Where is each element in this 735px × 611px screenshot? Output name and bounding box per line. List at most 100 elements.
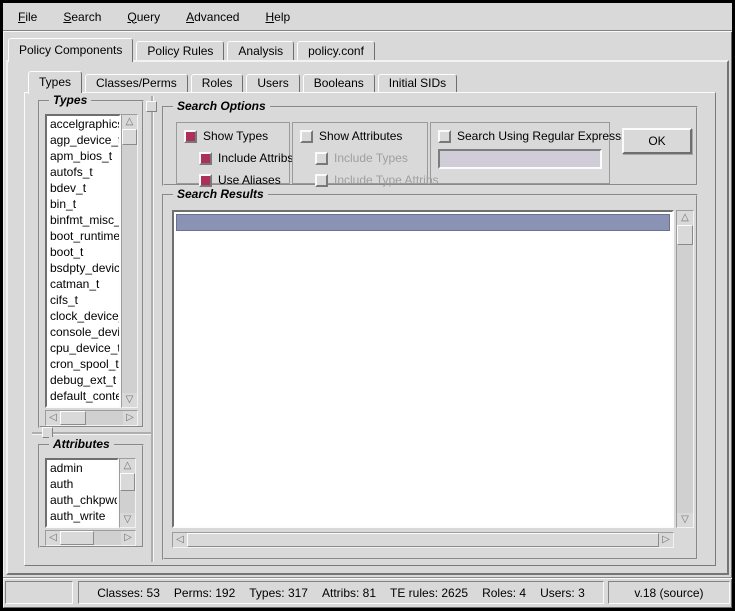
search-options-group: Search Options Show Types Include Attrib… bbox=[162, 106, 698, 186]
scroll-left-icon[interactable]: ◁ bbox=[46, 411, 60, 425]
checkbox-indicator bbox=[184, 130, 197, 143]
scrollbar-thumb[interactable] bbox=[60, 531, 94, 545]
results-horizontal-scrollbar[interactable]: ◁ ▷ bbox=[172, 532, 674, 548]
type-item[interactable]: binfmt_misc_fs bbox=[47, 212, 119, 228]
scroll-up-icon[interactable]: △ bbox=[120, 459, 135, 473]
menu-item[interactable]: Search bbox=[63, 10, 101, 24]
checkbox-label: Include Type Attribs bbox=[334, 173, 439, 187]
menu-item[interactable]: Query bbox=[127, 10, 160, 24]
type-item[interactable]: clock_device_t bbox=[47, 308, 119, 324]
type-item[interactable]: bsdpty_device_ bbox=[47, 260, 119, 276]
checkbox-label: Search Using Regular Expression bbox=[457, 129, 637, 143]
type-item[interactable]: catman_t bbox=[47, 276, 119, 292]
type-item[interactable]: console_device bbox=[47, 324, 119, 340]
attributes-group: Attributes adminauthauth_chkpwdauth_writ… bbox=[38, 444, 144, 548]
type-item[interactable]: boot_t bbox=[47, 244, 119, 260]
types-vertical-scrollbar[interactable]: △ ▽ bbox=[121, 114, 138, 408]
checkbox-indicator bbox=[300, 130, 313, 143]
use-aliases-checkbox[interactable]: Use Aliases bbox=[199, 173, 282, 187]
components-tab[interactable]: Initial SIDs bbox=[378, 74, 457, 92]
show-types-checkbox[interactable]: Show Types bbox=[184, 129, 282, 143]
menu-item[interactable]: Help bbox=[265, 10, 290, 24]
show-types-box: Show Types Include Attribs Use Aliases bbox=[176, 122, 290, 184]
status-stat: Roles: 4 bbox=[482, 586, 526, 600]
type-item[interactable]: agp_device_t bbox=[47, 132, 119, 148]
type-item[interactable]: apm_bios_t bbox=[47, 148, 119, 164]
type-item[interactable]: debug_ext_t bbox=[47, 372, 119, 388]
regex-checkbox[interactable]: Search Using Regular Expression bbox=[438, 129, 602, 143]
checkbox-indicator bbox=[315, 174, 328, 187]
components-tab[interactable]: Roles bbox=[191, 74, 244, 92]
types-listbox[interactable]: accelgraphics_eagp_device_tapm_bios_taut… bbox=[45, 114, 121, 408]
main-tab[interactable]: Policy Components bbox=[8, 38, 133, 62]
scrollbar-thumb[interactable] bbox=[677, 225, 693, 245]
checkbox-indicator bbox=[199, 174, 212, 187]
attributes-horizontal-scrollbar[interactable]: ◁ ▷ bbox=[45, 530, 136, 546]
regex-entry[interactable] bbox=[438, 149, 602, 169]
status-stat: Types: 317 bbox=[249, 586, 308, 600]
attribute-item[interactable]: auth bbox=[47, 476, 117, 492]
include-types-checkbox[interactable]: Include Types bbox=[315, 151, 420, 165]
include-type-attribs-checkbox[interactable]: Include Type Attribs bbox=[315, 173, 420, 187]
scroll-down-icon[interactable]: ▽ bbox=[120, 513, 135, 527]
type-item[interactable]: default_context bbox=[47, 388, 119, 404]
main-tab[interactable]: Analysis bbox=[227, 41, 294, 60]
ok-button[interactable]: OK bbox=[622, 128, 692, 154]
attributes-listbox[interactable]: adminauthauth_chkpwdauth_write bbox=[45, 458, 119, 528]
attribute-item[interactable]: auth_chkpwd bbox=[47, 492, 117, 508]
attribute-item[interactable]: admin bbox=[47, 460, 117, 476]
apol-window: File Search Query Advanced Help Policy Compo… bbox=[0, 0, 735, 611]
scroll-down-icon[interactable]: ▽ bbox=[677, 513, 693, 527]
show-attributes-checkbox[interactable]: Show Attributes bbox=[300, 129, 420, 143]
attribute-item[interactable]: auth_write bbox=[47, 508, 117, 524]
menu-item[interactable]: File bbox=[18, 10, 37, 24]
scroll-up-icon[interactable]: △ bbox=[677, 211, 693, 225]
components-tab[interactable]: Booleans bbox=[303, 74, 375, 92]
menu-item[interactable]: Advanced bbox=[186, 10, 239, 24]
checkbox-label: Show Types bbox=[203, 129, 268, 143]
checkbox-label: Use Aliases bbox=[218, 173, 281, 187]
type-item[interactable]: autofs_t bbox=[47, 164, 119, 180]
checkbox-indicator bbox=[315, 152, 328, 165]
status-stat: TE rules: 2625 bbox=[390, 586, 468, 600]
type-item[interactable]: default_t bbox=[47, 404, 119, 408]
types-group-label: Types bbox=[49, 93, 91, 107]
type-item[interactable]: boot_runtime_t bbox=[47, 228, 119, 244]
status-stat: Attribs: 81 bbox=[322, 586, 376, 600]
scroll-right-icon[interactable]: ▷ bbox=[121, 531, 135, 545]
vertical-sash-handle[interactable] bbox=[146, 101, 157, 112]
type-item[interactable]: cifs_t bbox=[47, 292, 119, 308]
components-tab[interactable]: Classes/Perms bbox=[85, 74, 188, 92]
type-item[interactable]: bdev_t bbox=[47, 180, 119, 196]
scroll-left-icon[interactable]: ◁ bbox=[46, 531, 60, 545]
status-version-panel: v.18 (source) bbox=[608, 581, 730, 604]
scroll-right-icon[interactable]: ▷ bbox=[659, 533, 673, 547]
scrollbar-thumb[interactable] bbox=[60, 411, 86, 425]
include-attribs-checkbox[interactable]: Include Attribs bbox=[199, 151, 282, 165]
type-item[interactable]: accelgraphics_e bbox=[47, 116, 119, 132]
results-text-area[interactable] bbox=[172, 210, 674, 528]
scrollbar-thumb[interactable] bbox=[187, 533, 659, 547]
scroll-down-icon[interactable]: ▽ bbox=[122, 393, 137, 407]
checkbox-indicator bbox=[438, 130, 451, 143]
scrollbar-thumb[interactable] bbox=[122, 129, 137, 145]
components-tab[interactable]: Users bbox=[246, 74, 299, 92]
results-selection-bar bbox=[176, 214, 670, 231]
type-item[interactable]: cron_spool_t bbox=[47, 356, 119, 372]
scroll-up-icon[interactable]: △ bbox=[122, 115, 137, 129]
scrollbar-thumb[interactable] bbox=[120, 473, 135, 491]
type-item[interactable]: cpu_device_t bbox=[47, 340, 119, 356]
components-tab[interactable]: Types bbox=[28, 71, 82, 94]
status-stat: Classes: 53 bbox=[97, 586, 160, 600]
types-horizontal-scrollbar[interactable]: ◁ ▷ bbox=[45, 410, 138, 426]
scroll-right-icon[interactable]: ▷ bbox=[123, 411, 137, 425]
results-vertical-scrollbar[interactable]: △ ▽ bbox=[676, 210, 694, 528]
main-tab[interactable]: policy.conf bbox=[297, 41, 375, 60]
scroll-left-icon[interactable]: ◁ bbox=[173, 533, 187, 547]
main-tab[interactable]: Policy Rules bbox=[136, 41, 224, 60]
regex-box: Search Using Regular Expression bbox=[430, 122, 610, 184]
checkbox-indicator bbox=[199, 152, 212, 165]
attributes-vertical-scrollbar[interactable]: △ ▽ bbox=[119, 458, 136, 528]
type-item[interactable]: bin_t bbox=[47, 196, 119, 212]
vertical-sash bbox=[151, 96, 153, 562]
